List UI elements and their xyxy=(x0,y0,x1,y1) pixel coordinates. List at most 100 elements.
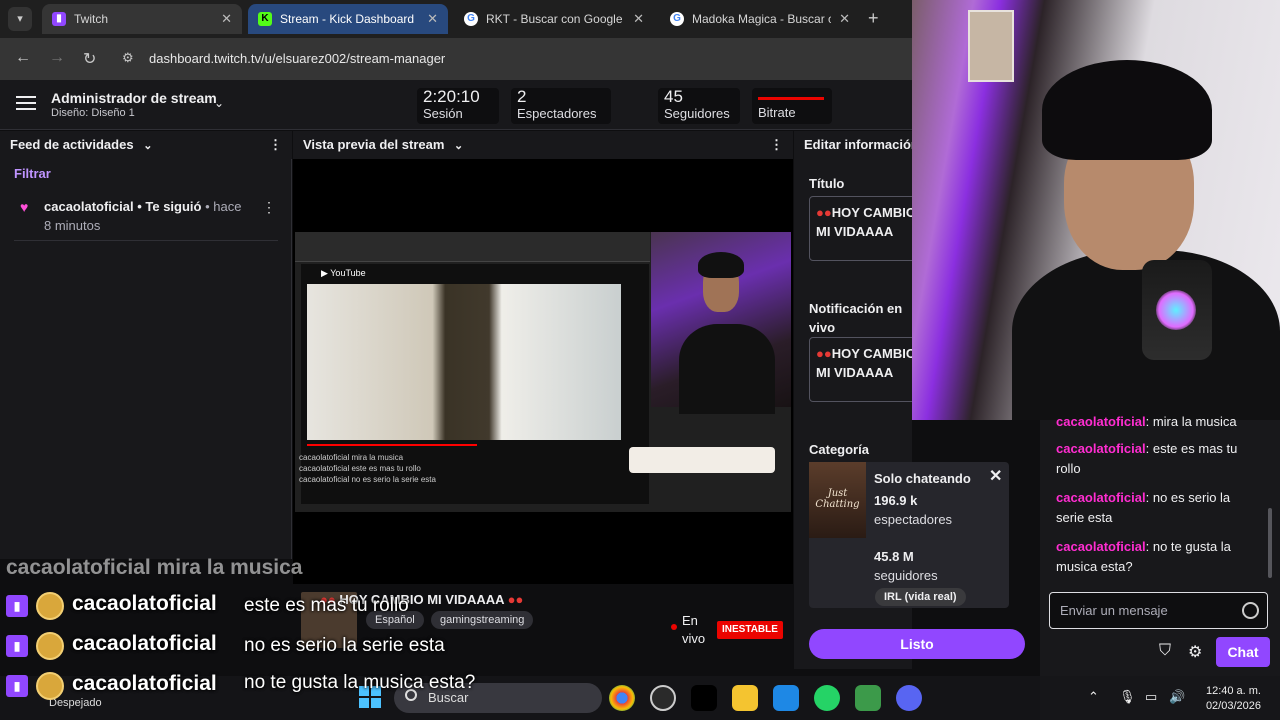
avatar xyxy=(36,672,64,700)
chat-send-button[interactable]: Chat xyxy=(1216,637,1270,667)
forward-arrow-icon[interactable]: → xyxy=(49,49,65,67)
category-card[interactable]: Just Chatting Solo chateando ✕ 196.9 k e… xyxy=(809,462,1009,608)
avatar xyxy=(36,632,64,660)
google-icon: G xyxy=(464,12,478,26)
kick-icon: K xyxy=(258,12,272,26)
twitch-icon: ▮ xyxy=(6,635,28,657)
done-button[interactable]: Listo xyxy=(809,629,1025,659)
chevron-down-icon[interactable]: ⌄ xyxy=(454,140,463,152)
twitch-icon: ▮ xyxy=(6,675,28,697)
network-icon[interactable]: ▭ xyxy=(1145,689,1157,705)
chat-message: cacaolatoficial: este es mas tu rollo xyxy=(1056,441,1238,476)
close-icon[interactable]: ✕ xyxy=(633,11,644,27)
divider xyxy=(14,240,278,241)
store-icon[interactable] xyxy=(773,685,799,711)
microphone-icon[interactable]: 🎙 xyxy=(1119,689,1136,705)
live-label: En vivo xyxy=(682,613,706,646)
webcam-overlay xyxy=(912,0,1280,420)
shield-icon[interactable]: ⛉ xyxy=(1159,642,1171,660)
page-title: Administrador de stream xyxy=(51,90,217,106)
whatsapp-icon[interactable] xyxy=(814,685,840,711)
tab-search-menu-button[interactable]: ▾ xyxy=(8,7,32,31)
volume-icon[interactable]: 🔊 xyxy=(1169,689,1185,705)
chat-message: cacaolatoficial: no te gusta la musica e… xyxy=(1056,539,1231,574)
url-field[interactable]: dashboard.twitch.tv/u/elsuarez002/stream… xyxy=(149,51,445,66)
session-stat: 2:20:10 Sesión xyxy=(417,88,499,124)
status-badge: INESTABLE xyxy=(717,621,783,639)
category-label: Categoría xyxy=(809,442,869,457)
avatar xyxy=(36,592,64,620)
close-icon[interactable]: ✕ xyxy=(989,466,1002,486)
tiktok-icon[interactable] xyxy=(691,685,717,711)
red-dot-icon: ●● xyxy=(507,592,524,607)
file-explorer-icon[interactable] xyxy=(732,685,758,711)
chat-input[interactable]: Enviar un mensaje xyxy=(1049,592,1268,629)
captured-progress-bar xyxy=(307,444,477,446)
overlay-chat-message: ▮ cacaolatoficial no es serio la serie e… xyxy=(6,632,484,662)
obs-icon[interactable] xyxy=(650,685,676,711)
browser-tab-bar: ▾ ▮ Twitch ✕ K Stream - Kick Dashboard ✕… xyxy=(0,0,912,38)
back-arrow-icon[interactable]: ← xyxy=(15,49,31,67)
address-bar: ← → ↻ ⚙ dashboard.twitch.tv/u/elsuarez00… xyxy=(0,38,912,80)
overlay-chat-faded-line: cacaolatoficial mira la musica xyxy=(6,556,303,579)
live-indicator-icon xyxy=(671,624,677,630)
reload-icon[interactable]: ↻ xyxy=(83,49,96,69)
captured-webcam xyxy=(651,232,791,414)
close-icon[interactable]: ✕ xyxy=(221,11,232,27)
chat-panel: cacaolatoficial: mira la musica cacaolat… xyxy=(1040,414,1280,720)
stream-preview[interactable]: ▶ YouTube cacaolatoficial mira la musica… xyxy=(293,159,793,584)
discord-icon[interactable] xyxy=(896,685,922,711)
chrome-icon[interactable] xyxy=(609,685,635,711)
chevron-up-icon[interactable]: ⌃ xyxy=(1088,689,1099,705)
heart-icon: ♥ xyxy=(20,199,29,215)
google-icon: G xyxy=(670,12,684,26)
category-name: Solo chateando xyxy=(874,471,971,486)
captured-video xyxy=(307,284,621,440)
tab-kick-dashboard[interactable]: K Stream - Kick Dashboard ✕ xyxy=(248,4,448,34)
overlay-chat-message: ▮ cacaolatoficial este es mas tu rollo xyxy=(6,592,484,622)
more-options-icon[interactable]: ⋮ xyxy=(770,137,783,153)
menu-icon[interactable] xyxy=(16,96,36,110)
filter-button[interactable]: Filtrar xyxy=(14,166,51,181)
site-info-icon[interactable]: ⚙ xyxy=(122,50,134,66)
emoji-icon[interactable] xyxy=(1242,602,1259,619)
system-clock[interactable]: 12:40 a. m. 02/03/2026 xyxy=(1199,684,1261,714)
activity-feed: Filtrar ♥ cacaolatoficial • Te siguió • … xyxy=(0,159,292,559)
bitrate-stat: Bitrate xyxy=(752,88,832,124)
chat-message: cacaolatoficial: no es serio la serie es… xyxy=(1056,490,1231,525)
viewers-stat: 2 Espectadores xyxy=(511,88,611,124)
category-image: Just Chatting xyxy=(809,462,866,538)
preview-screen-capture: ▶ YouTube cacaolatoficial mira la musica… xyxy=(295,232,791,512)
wall-poster xyxy=(968,10,1014,82)
edit-info-header: Editar información xyxy=(794,131,912,159)
notification-input[interactable]: ●●HOY CAMBIO MI VIDAAAA xyxy=(809,337,929,402)
more-options-icon[interactable]: ⋮ xyxy=(262,199,276,216)
notification-label: Notificación en vivo xyxy=(809,301,903,335)
youtube-logo: ▶ YouTube xyxy=(321,268,366,278)
close-icon[interactable]: ✕ xyxy=(839,11,850,27)
stream-preview-header: Vista previa del stream ⌄ ⋮ xyxy=(293,131,793,159)
chat-message: cacaolatoficial: mira la musica xyxy=(1056,414,1237,429)
tab-twitch[interactable]: ▮ Twitch ✕ xyxy=(42,4,242,34)
title-label: Título xyxy=(809,176,845,191)
layout-subtitle: Diseño: Diseño 1 xyxy=(51,107,135,119)
chevron-down-icon[interactable]: ⌄ xyxy=(214,96,224,110)
twitch-icon: ▮ xyxy=(52,12,66,26)
twitch-icon: ▮ xyxy=(6,595,28,617)
bitrate-graph xyxy=(758,97,824,100)
stream-manager-header: Administrador de stream Diseño: Diseño 1… xyxy=(0,80,912,130)
captured-tab-bar xyxy=(295,232,650,262)
chevron-down-icon[interactable]: ⌄ xyxy=(143,140,152,152)
followers-stat: 45 Seguidores xyxy=(658,88,740,124)
category-tag[interactable]: IRL (vida real) xyxy=(875,588,966,606)
title-input[interactable]: ●●HOY CAMBIO MI VIDAAAA xyxy=(809,196,929,261)
app-icon[interactable] xyxy=(855,685,881,711)
tab-madoka-google[interactable]: G Madoka Magica - Buscar con Google ✕ xyxy=(660,4,860,34)
gear-icon[interactable]: ⚙ xyxy=(1188,642,1202,662)
tab-rkt-google[interactable]: G RKT - Buscar con Google ✕ xyxy=(454,4,654,34)
activity-feed-header: Feed de actividades ⌄ ⋮ xyxy=(0,131,292,159)
scrollbar[interactable] xyxy=(1268,508,1272,578)
more-options-icon[interactable]: ⋮ xyxy=(269,137,282,153)
close-icon[interactable]: ✕ xyxy=(427,11,438,27)
new-tab-button[interactable]: + xyxy=(868,8,879,29)
